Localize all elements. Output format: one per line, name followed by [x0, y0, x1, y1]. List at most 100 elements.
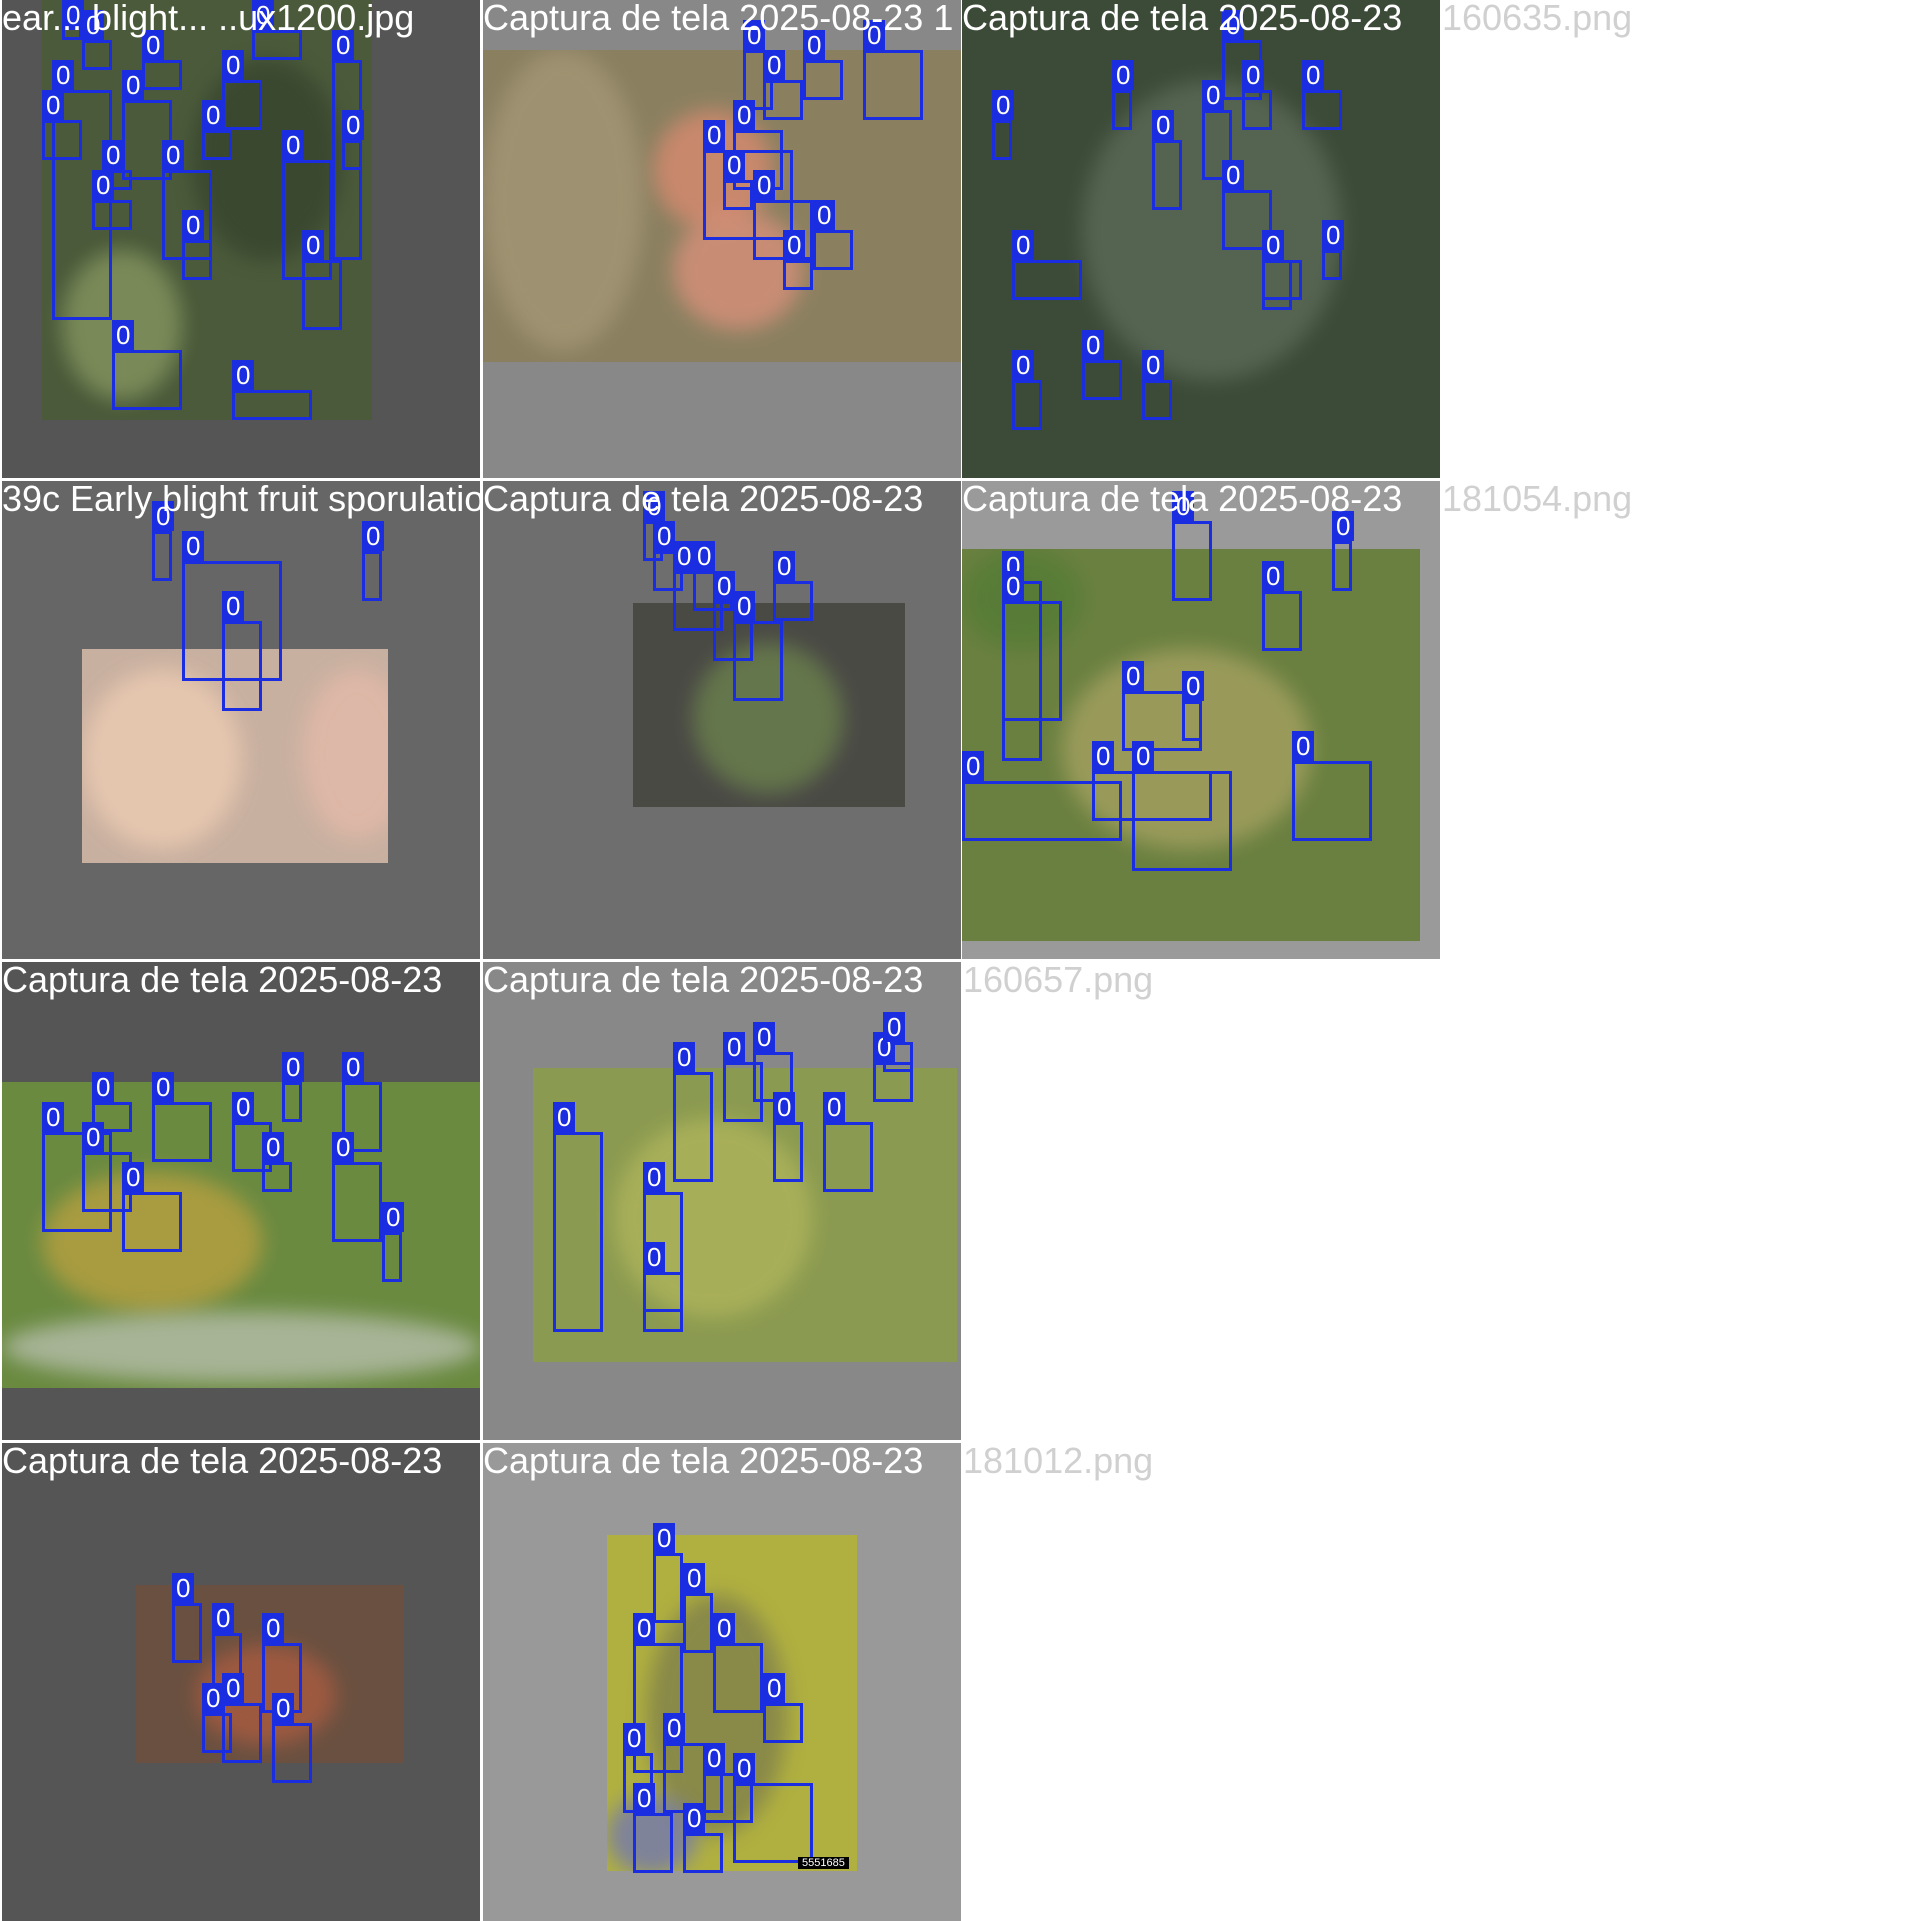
- detection-box: [992, 120, 1012, 160]
- detection-box: [172, 1603, 202, 1663]
- tile-7[interactable]: Captura de tela 2025-08-23 0000000000: [483, 962, 961, 1440]
- detection-label: 0: [703, 120, 726, 150]
- detection-label: 0: [202, 100, 225, 130]
- detection-box: [763, 1703, 803, 1743]
- detection-box: [182, 240, 212, 280]
- detection-label: 0: [773, 551, 796, 581]
- detection-label: 0: [1242, 60, 1265, 90]
- detection-box: [783, 260, 813, 290]
- detection-label: 0: [362, 521, 385, 551]
- detection-label: 0: [282, 130, 305, 160]
- detection-label: 0: [753, 170, 776, 200]
- detection-label: 0: [202, 1683, 225, 1713]
- tile-3-title: 39c Early blight fruit sporulation (Yuan: [2, 481, 480, 519]
- detection-box: [1132, 771, 1232, 871]
- detection-label: 0: [773, 1092, 796, 1122]
- detection-box: [112, 350, 182, 410]
- detection-box: [1142, 380, 1172, 420]
- tile-4[interactable]: Captura de tela 2025-08-23 0000000: [483, 481, 961, 959]
- tile-6[interactable]: Captura de tela 2025-08-23 00000000000: [2, 962, 480, 1440]
- detection-label: 0: [52, 60, 75, 90]
- detection-label: 0: [753, 1022, 776, 1052]
- detection-label: 0: [733, 100, 756, 130]
- detection-box: [1012, 380, 1042, 430]
- detection-label: 0: [1262, 561, 1285, 591]
- detection-label: 0: [302, 230, 325, 260]
- detection-label: 0: [1012, 350, 1035, 380]
- detection-box: [382, 1232, 402, 1282]
- detection-label: 0: [332, 1132, 355, 1162]
- detection-label: 0: [222, 591, 245, 621]
- detection-label: 0: [152, 1072, 175, 1102]
- detection-box: [302, 260, 342, 330]
- detection-box: [553, 1132, 603, 1332]
- detection-label: 0: [783, 230, 806, 260]
- detection-box: [733, 1783, 813, 1863]
- detection-box: [1012, 260, 1082, 300]
- detection-label: 0: [623, 1723, 646, 1753]
- tile-9[interactable]: 5551685 Captura de tela 2025-08-23 00000…: [483, 1443, 961, 1921]
- tile-8[interactable]: Captura de tela 2025-08-23 000000: [2, 1443, 480, 1921]
- detection-box: [202, 1713, 232, 1753]
- tile-5[interactable]: Captura de tela 2025-08-23 00000000000: [962, 481, 1440, 959]
- detection-label: 0: [42, 1102, 65, 1132]
- detection-box: [1292, 761, 1372, 841]
- detection-box: [362, 551, 382, 601]
- detection-box: [1302, 90, 1342, 130]
- tile-9-title-overflow: 181012.png: [963, 1440, 1154, 1481]
- detection-label: 0: [1012, 230, 1035, 260]
- detection-label: 0: [1292, 731, 1315, 761]
- detection-label: 0: [1112, 60, 1135, 90]
- tile-0-title: ear... blight... ..ux1200.jpg: [2, 0, 415, 38]
- detection-label: 0: [342, 110, 365, 140]
- detection-label: 0: [1092, 741, 1115, 771]
- detection-label: 0: [553, 1102, 576, 1132]
- detection-box: [723, 180, 753, 210]
- detection-label: 0: [382, 1202, 405, 1232]
- detection-label: 0: [112, 320, 135, 350]
- detection-label: 0: [1152, 110, 1175, 140]
- detection-box: [282, 1082, 302, 1122]
- detection-box: [803, 60, 843, 100]
- tile-7-title-overflow: 160657.png: [963, 959, 1154, 1000]
- detection-label: 0: [663, 1713, 686, 1743]
- detection-label: 0: [723, 1032, 746, 1062]
- detection-box: [1082, 360, 1122, 400]
- detection-label: 0: [713, 1613, 736, 1643]
- detection-box: [1322, 250, 1342, 280]
- detection-label: 0: [813, 200, 836, 230]
- tile-3[interactable]: 39c Early blight fruit sporulation (Yuan…: [2, 481, 480, 959]
- detection-box: [92, 200, 132, 230]
- detection-label: 0: [673, 1042, 696, 1072]
- detection-label: 0: [1082, 330, 1105, 360]
- tile-1[interactable]: Captura de tela 2025-08-23 1 0000000000: [483, 0, 961, 478]
- detection-label: 0: [1202, 80, 1225, 110]
- tile-0[interactable]: ear... blight... ..ux1200.jpg 0000000000…: [2, 0, 480, 478]
- detection-box: [332, 1162, 382, 1242]
- detection-label: 0: [232, 360, 255, 390]
- detection-label: 0: [643, 1162, 666, 1192]
- detection-box: [272, 1723, 312, 1783]
- detection-box: [1262, 591, 1302, 651]
- detection-label: 0: [222, 50, 245, 80]
- tile-2-title: Captura de tela 2025-08-23: [962, 0, 1403, 38]
- detection-box: [1262, 260, 1302, 300]
- tile-4-title: Captura de tela 2025-08-23: [483, 481, 924, 519]
- detection-box: [823, 1122, 873, 1192]
- detection-box: [342, 140, 362, 170]
- detection-label: 0: [643, 1242, 666, 1272]
- detection-label: 0: [182, 531, 205, 561]
- detection-label: 0: [633, 1613, 656, 1643]
- detection-box: [142, 60, 182, 90]
- tile-5-title-overflow: 181054.png: [1442, 478, 1633, 519]
- detection-label: 0: [232, 1092, 255, 1122]
- tile-2[interactable]: Captura de tela 2025-08-23 0000000000000…: [962, 0, 1440, 478]
- detection-label: 0: [222, 1673, 245, 1703]
- detection-label: 0: [272, 1693, 295, 1723]
- detection-label: 0: [162, 140, 185, 170]
- detection-label: 0: [683, 1803, 706, 1833]
- detection-label: 0: [683, 1563, 706, 1593]
- detection-box: [1112, 90, 1132, 130]
- detection-label: 0: [962, 751, 985, 781]
- detection-label: 0: [703, 1743, 726, 1773]
